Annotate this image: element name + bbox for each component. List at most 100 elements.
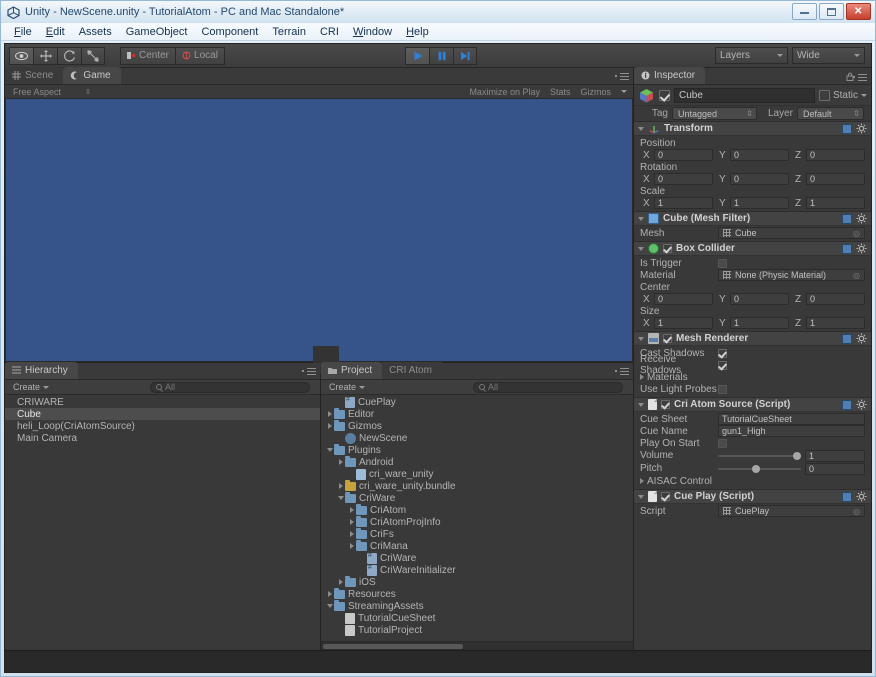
expand-arrow-icon[interactable] <box>325 591 334 597</box>
tab-project[interactable]: Project <box>321 362 383 379</box>
z-field[interactable]: 0 <box>806 149 865 161</box>
object-picker-icon[interactable]: ◎ <box>853 271 860 280</box>
component-header[interactable]: Mesh Renderer <box>634 332 871 346</box>
play-button-icon[interactable] <box>405 46 429 65</box>
tab-cri-atom[interactable]: CRI Atom <box>382 362 442 379</box>
property-checkbox[interactable] <box>718 360 727 370</box>
hierarchy-item[interactable]: heli_Loop(CriAtomSource) <box>5 420 320 432</box>
project-item[interactable]: Editor <box>321 407 633 420</box>
inspector-panel-menu[interactable] <box>846 72 867 81</box>
z-field[interactable]: 0 <box>806 293 865 305</box>
step-button-icon[interactable] <box>453 46 477 65</box>
x-field[interactable]: 0 <box>654 173 713 185</box>
slider-value-field[interactable]: 0 <box>805 462 865 475</box>
help-book-icon[interactable] <box>842 333 852 344</box>
menu-window[interactable]: Window <box>346 25 399 39</box>
project-item[interactable]: TutorialCueSheet <box>321 612 633 624</box>
y-field[interactable]: 0 <box>730 293 789 305</box>
z-field[interactable]: 1 <box>806 197 865 209</box>
x-field[interactable]: 0 <box>654 293 713 305</box>
component-enabled-checkbox[interactable] <box>661 492 670 501</box>
menu-component[interactable]: Component <box>194 25 265 39</box>
menu-cri[interactable]: CRI <box>313 25 346 39</box>
project-item[interactable]: NewScene <box>321 432 633 444</box>
project-item[interactable]: CriFs <box>321 527 633 540</box>
project-item[interactable]: Resources <box>321 587 633 600</box>
hierarchy-create-button[interactable]: Create <box>9 382 53 392</box>
collapse-arrow-icon[interactable] <box>336 496 345 500</box>
help-book-icon[interactable] <box>842 213 852 224</box>
project-item[interactable]: TutorialProject <box>321 624 633 636</box>
slider-knob[interactable] <box>751 464 760 473</box>
menu-file[interactable]: File <box>7 25 39 39</box>
foldout-row[interactable]: AISAC Control <box>634 475 871 487</box>
close-button[interactable]: ✕ <box>846 3 871 20</box>
project-item[interactable]: CriAtomProjInfo <box>321 515 633 528</box>
slider-track[interactable] <box>718 450 801 462</box>
component-enabled-checkbox[interactable] <box>661 400 670 409</box>
object-field[interactable]: None (Physic Material) ◎ <box>718 269 865 281</box>
menu-assets[interactable]: Assets <box>72 25 119 39</box>
pivot-center-button[interactable]: Center <box>120 46 176 65</box>
stats-toggle[interactable]: Stats <box>550 87 571 97</box>
object-field[interactable]: Cube ◎ <box>718 227 865 239</box>
rotate-tool-icon[interactable] <box>57 46 81 65</box>
project-item[interactable]: CriWare <box>321 552 633 564</box>
help-book-icon[interactable] <box>842 243 852 254</box>
project-item[interactable]: CriAtom <box>321 503 633 516</box>
expand-arrow-icon[interactable] <box>347 519 356 525</box>
layout-dropdown[interactable]: Wide <box>792 47 865 64</box>
project-horizontal-scrollbar[interactable] <box>321 641 633 650</box>
gear-icon[interactable] <box>856 123 867 134</box>
expand-arrow-icon[interactable] <box>325 411 334 417</box>
tag-dropdown[interactable]: Untagged ⇳ <box>672 107 757 120</box>
maximize-button[interactable] <box>819 3 844 20</box>
help-book-icon[interactable] <box>842 399 852 410</box>
z-field[interactable]: 1 <box>806 317 865 329</box>
project-item[interactable]: Android <box>321 455 633 468</box>
gear-icon[interactable] <box>856 213 867 224</box>
help-book-icon[interactable] <box>842 491 852 502</box>
maximize-on-play-toggle[interactable]: Maximize on Play <box>469 87 540 97</box>
x-field[interactable]: 0 <box>654 149 713 161</box>
object-picker-icon[interactable]: ◎ <box>853 507 860 516</box>
component-header[interactable]: Transform <box>634 122 871 136</box>
expand-arrow-icon[interactable] <box>325 423 334 429</box>
project-item[interactable]: iOS <box>321 575 633 588</box>
menu-gameobject[interactable]: GameObject <box>119 25 195 39</box>
x-field[interactable]: 1 <box>654 317 713 329</box>
project-create-button[interactable]: Create <box>325 382 369 392</box>
gear-icon[interactable] <box>856 333 867 344</box>
expand-arrow-icon[interactable] <box>347 531 356 537</box>
game-view-canvas[interactable] <box>5 99 633 374</box>
move-tool-icon[interactable] <box>33 46 57 65</box>
gear-icon[interactable] <box>856 491 867 502</box>
pivot-local-button[interactable]: Local <box>175 46 225 65</box>
project-item[interactable]: cri_ware_unity <box>321 468 633 480</box>
component-enabled-checkbox[interactable] <box>663 334 672 343</box>
slider-value-field[interactable]: 1 <box>805 449 865 462</box>
tab-scene[interactable]: Scene <box>5 67 64 84</box>
component-header[interactable]: Cube (Mesh Filter) <box>634 212 871 226</box>
scale-tool-icon[interactable] <box>81 46 105 65</box>
gizmos-dropdown[interactable]: Gizmos <box>580 87 611 97</box>
gear-icon[interactable] <box>856 399 867 410</box>
project-item[interactable]: CuePlay <box>321 396 633 408</box>
project-item[interactable]: cri_ware_unity.bundle <box>321 479 633 492</box>
slider-track[interactable] <box>718 463 801 475</box>
menu-edit[interactable]: Edit <box>39 25 72 39</box>
layer-dropdown[interactable]: Default ⇳ <box>797 107 864 120</box>
property-checkbox[interactable] <box>718 438 727 448</box>
collapse-arrow-icon[interactable] <box>325 604 334 608</box>
static-toggle-group[interactable]: Static <box>818 89 867 101</box>
project-search-input[interactable]: All <box>473 381 623 393</box>
project-item[interactable]: CriMana <box>321 539 633 552</box>
component-header[interactable]: Cue Play (Script) <box>634 490 871 504</box>
property-checkbox[interactable] <box>718 348 727 358</box>
gear-icon[interactable] <box>856 243 867 254</box>
project-item[interactable]: CriWareInitializer <box>321 564 633 576</box>
pause-button-icon[interactable] <box>429 46 453 65</box>
object-name-field[interactable]: Cube <box>674 87 815 103</box>
expand-arrow-icon[interactable] <box>347 507 356 513</box>
hierarchy-item[interactable]: Main Camera <box>5 432 320 444</box>
